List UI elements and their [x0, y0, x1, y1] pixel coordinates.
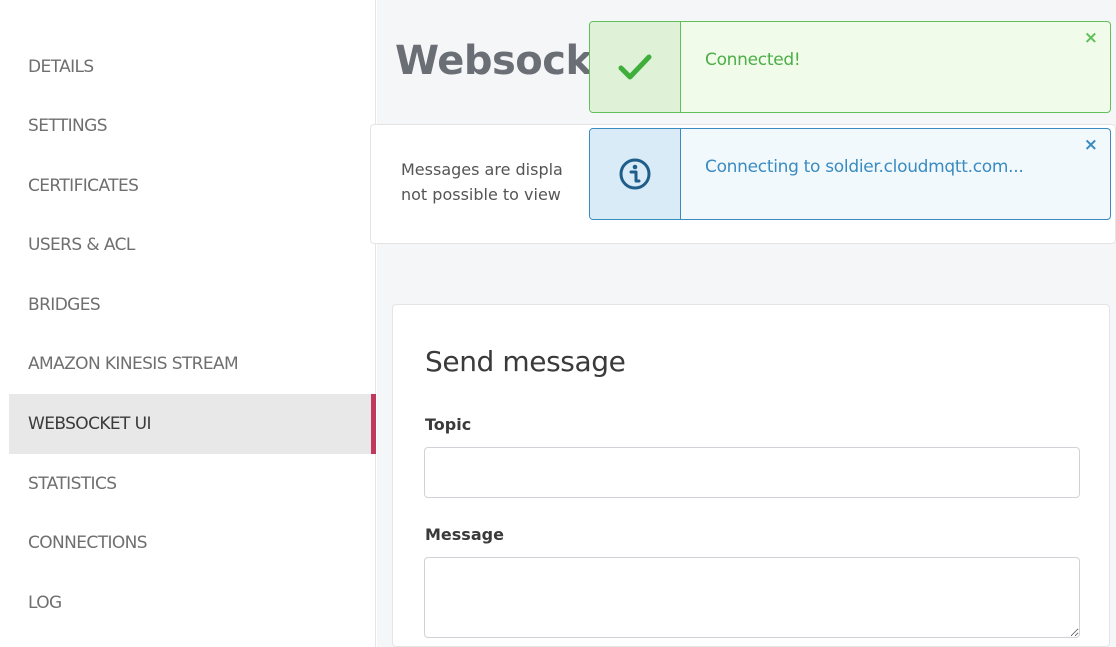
- checkmark-icon: [618, 54, 652, 80]
- info-text-line-2: not possible to view: [401, 185, 561, 204]
- sidebar-item-connections[interactable]: CONNECTIONS: [9, 513, 376, 573]
- toast-info-text: Connecting to soldier.cloudmqtt.com...: [705, 157, 1024, 177]
- toast-icon-box: [590, 129, 681, 219]
- info-icon: [619, 158, 651, 190]
- sidebar-item-amazon-kinesis-stream[interactable]: AMAZON KINESIS STREAM: [9, 334, 376, 394]
- sidebar-item-certificates[interactable]: CERTIFICATES: [9, 156, 376, 216]
- toast-info: Connecting to soldier.cloudmqtt.com... ×: [589, 128, 1111, 220]
- close-icon[interactable]: ×: [1084, 135, 1098, 155]
- sidebar-item-bridges[interactable]: BRIDGES: [9, 275, 376, 335]
- sidebar-item-websocket-ui[interactable]: WEBSOCKET UI: [9, 394, 376, 454]
- message-textarea[interactable]: [424, 557, 1080, 638]
- sidebar-item-label: DETAILS: [28, 57, 94, 77]
- toast-success: Connected! ×: [589, 21, 1111, 113]
- sidebar-item-users-acl[interactable]: USERS & ACL: [9, 215, 376, 275]
- send-message-card: Send message Topic Message: [392, 304, 1110, 647]
- toast-icon-box: [590, 22, 681, 112]
- sidebar-item-label: WEBSOCKET UI: [28, 414, 151, 434]
- sidebar-item-label: LOG: [28, 593, 62, 613]
- topic-input[interactable]: [424, 447, 1080, 498]
- message-label: Message: [425, 525, 504, 544]
- close-icon[interactable]: ×: [1084, 28, 1098, 48]
- sidebar-item-label: STATISTICS: [28, 474, 117, 494]
- toast-success-text: Connected!: [705, 50, 801, 70]
- info-text: Messages are displa not possible to view: [401, 157, 621, 207]
- sidebar-item-settings[interactable]: SETTINGS: [9, 96, 376, 156]
- sidebar-item-log[interactable]: LOG: [9, 573, 376, 633]
- sidebar-item-label: USERS & ACL: [28, 235, 135, 255]
- info-text-line-1: Messages are displa: [401, 160, 563, 179]
- sidebar-item-statistics[interactable]: STATISTICS: [9, 454, 376, 514]
- sidebar-nav: DETAILS SETTINGS CERTIFICATES USERS & AC…: [0, 0, 376, 647]
- sidebar-item-label: AMAZON KINESIS STREAM: [28, 354, 239, 374]
- sidebar-item-label: CONNECTIONS: [28, 533, 148, 553]
- sidebar-item-label: CERTIFICATES: [28, 176, 139, 196]
- sidebar-item-details[interactable]: DETAILS: [9, 37, 376, 97]
- topic-label: Topic: [425, 415, 472, 434]
- send-message-title: Send message: [425, 345, 626, 378]
- sidebar-item-label: BRIDGES: [28, 295, 101, 315]
- sidebar-item-label: SETTINGS: [28, 116, 108, 136]
